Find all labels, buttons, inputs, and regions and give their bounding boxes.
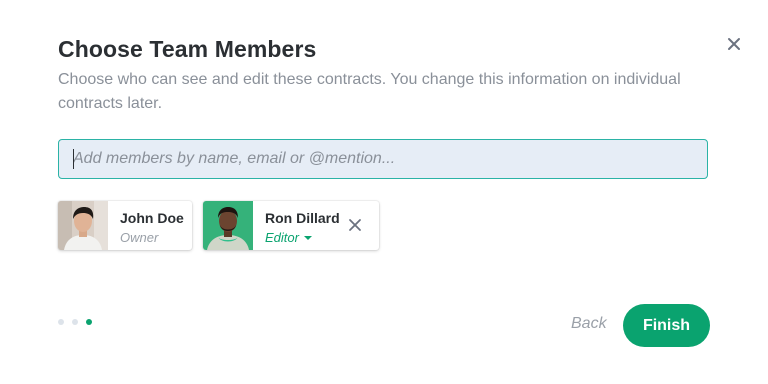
member-name: Ron Dillard <box>265 210 340 226</box>
step-dot <box>58 319 64 325</box>
avatar <box>203 201 253 250</box>
step-dot <box>72 319 78 325</box>
member-chip-john-doe: John Doe Owner <box>58 201 192 250</box>
step-dot-active <box>86 319 92 325</box>
member-name: John Doe <box>120 210 184 226</box>
member-chip-ron-dillard: Ron Dillard Editor <box>203 201 379 250</box>
dialog-title: Choose Team Members <box>58 36 317 62</box>
member-role: Editor <box>265 230 299 245</box>
step-indicator <box>58 319 92 325</box>
text-cursor <box>73 149 74 169</box>
add-members-input[interactable] <box>58 139 708 179</box>
member-role: Owner <box>120 230 159 245</box>
member-role-dropdown[interactable]: Editor <box>265 229 340 247</box>
finish-button[interactable]: Finish <box>623 304 710 347</box>
choose-team-members-dialog: Choose Team Members Choose who can see a… <box>0 0 768 384</box>
back-button[interactable]: Back <box>571 315 607 333</box>
caret-down-icon <box>303 236 312 240</box>
close-icon[interactable] <box>724 34 744 54</box>
close-icon[interactable] <box>348 218 362 232</box>
avatar <box>58 201 108 250</box>
dialog-subtitle: Choose who can see and edit these contra… <box>58 71 681 112</box>
